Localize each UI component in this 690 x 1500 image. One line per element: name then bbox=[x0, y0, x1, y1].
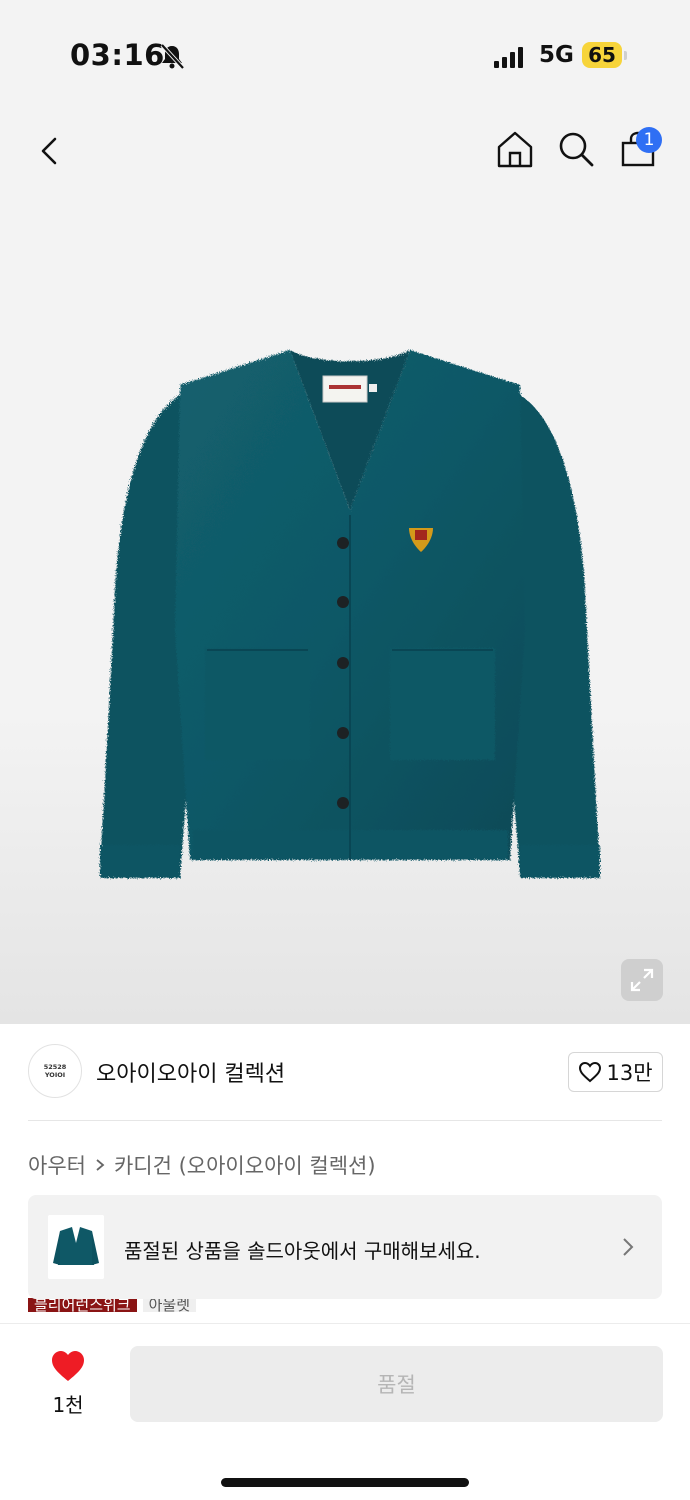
breadcrumb-subcategory[interactable]: 카디건 (오아이오아이 컬렉션) bbox=[114, 1150, 376, 1180]
home-indicator bbox=[221, 1478, 469, 1487]
brand-logo[interactable]: 52528 YOIOI bbox=[28, 1044, 82, 1098]
product-page: 03:16 5G 65 1 52528 YOIOI 오아이오아이 컬렉션 13만… bbox=[0, 0, 690, 1500]
heart-filled-icon[interactable] bbox=[50, 1349, 86, 1383]
expand-image-button[interactable] bbox=[621, 959, 663, 1001]
signal-icon bbox=[494, 47, 523, 68]
tag-event: 블리어런스위크 bbox=[28, 1298, 137, 1314]
soldout-banner-text: 품절된 상품을 솔드아웃에서 구매해보세요. bbox=[124, 1239, 481, 1263]
tag-outlet: 아울렛 bbox=[142, 1298, 197, 1314]
divider bbox=[28, 1120, 662, 1121]
soldout-buy-button[interactable]: 품절 bbox=[130, 1346, 663, 1422]
product-tags: 블리어런스위크 아울렛 bbox=[28, 1298, 197, 1320]
bottom-action-bar: 1천 품절 bbox=[0, 1323, 690, 1500]
product-photo-cardigan[interactable] bbox=[85, 330, 615, 900]
chevron-right-icon bbox=[96, 1159, 105, 1171]
bell-muted-icon bbox=[160, 43, 185, 70]
top-navigation: 1 bbox=[0, 115, 690, 185]
brand-logo-line1: 52528 bbox=[43, 1063, 67, 1071]
breadcrumb-category[interactable]: 아우터 bbox=[28, 1150, 86, 1180]
battery-tip bbox=[624, 51, 627, 60]
battery-level: 65 bbox=[582, 42, 622, 68]
wish-count: 1천 bbox=[52, 1393, 84, 1417]
product-image-area: 03:16 5G 65 1 bbox=[0, 0, 690, 1024]
status-time: 03:16 bbox=[70, 38, 165, 72]
brand-row: 52528 YOIOI 오아이오아이 컬렉션 13만 bbox=[0, 1024, 690, 1120]
chevron-right-icon bbox=[623, 1238, 634, 1256]
network-type: 5G bbox=[539, 42, 574, 68]
heart-outline-icon bbox=[579, 1061, 602, 1083]
status-bar: 03:16 5G 65 bbox=[0, 0, 690, 110]
brand-like-button[interactable]: 13만 bbox=[568, 1052, 663, 1092]
brand-name[interactable]: 오아이오아이 컬렉션 bbox=[96, 1056, 285, 1088]
brand-like-count: 13만 bbox=[606, 1061, 653, 1085]
expand-icon bbox=[630, 968, 654, 992]
brand-logo-line2: YOIOI bbox=[44, 1071, 66, 1079]
banner-thumbnail bbox=[48, 1215, 104, 1279]
back-icon[interactable] bbox=[30, 131, 70, 171]
breadcrumb: 아우터 카디건 (오아이오아이 컬렉션) bbox=[28, 1150, 376, 1180]
home-icon[interactable] bbox=[495, 129, 535, 169]
search-icon[interactable] bbox=[556, 129, 596, 169]
soldout-promo-banner[interactable]: 품절된 상품을 솔드아웃에서 구매해보세요. bbox=[28, 1195, 662, 1299]
cart-count-badge: 1 bbox=[636, 127, 662, 153]
